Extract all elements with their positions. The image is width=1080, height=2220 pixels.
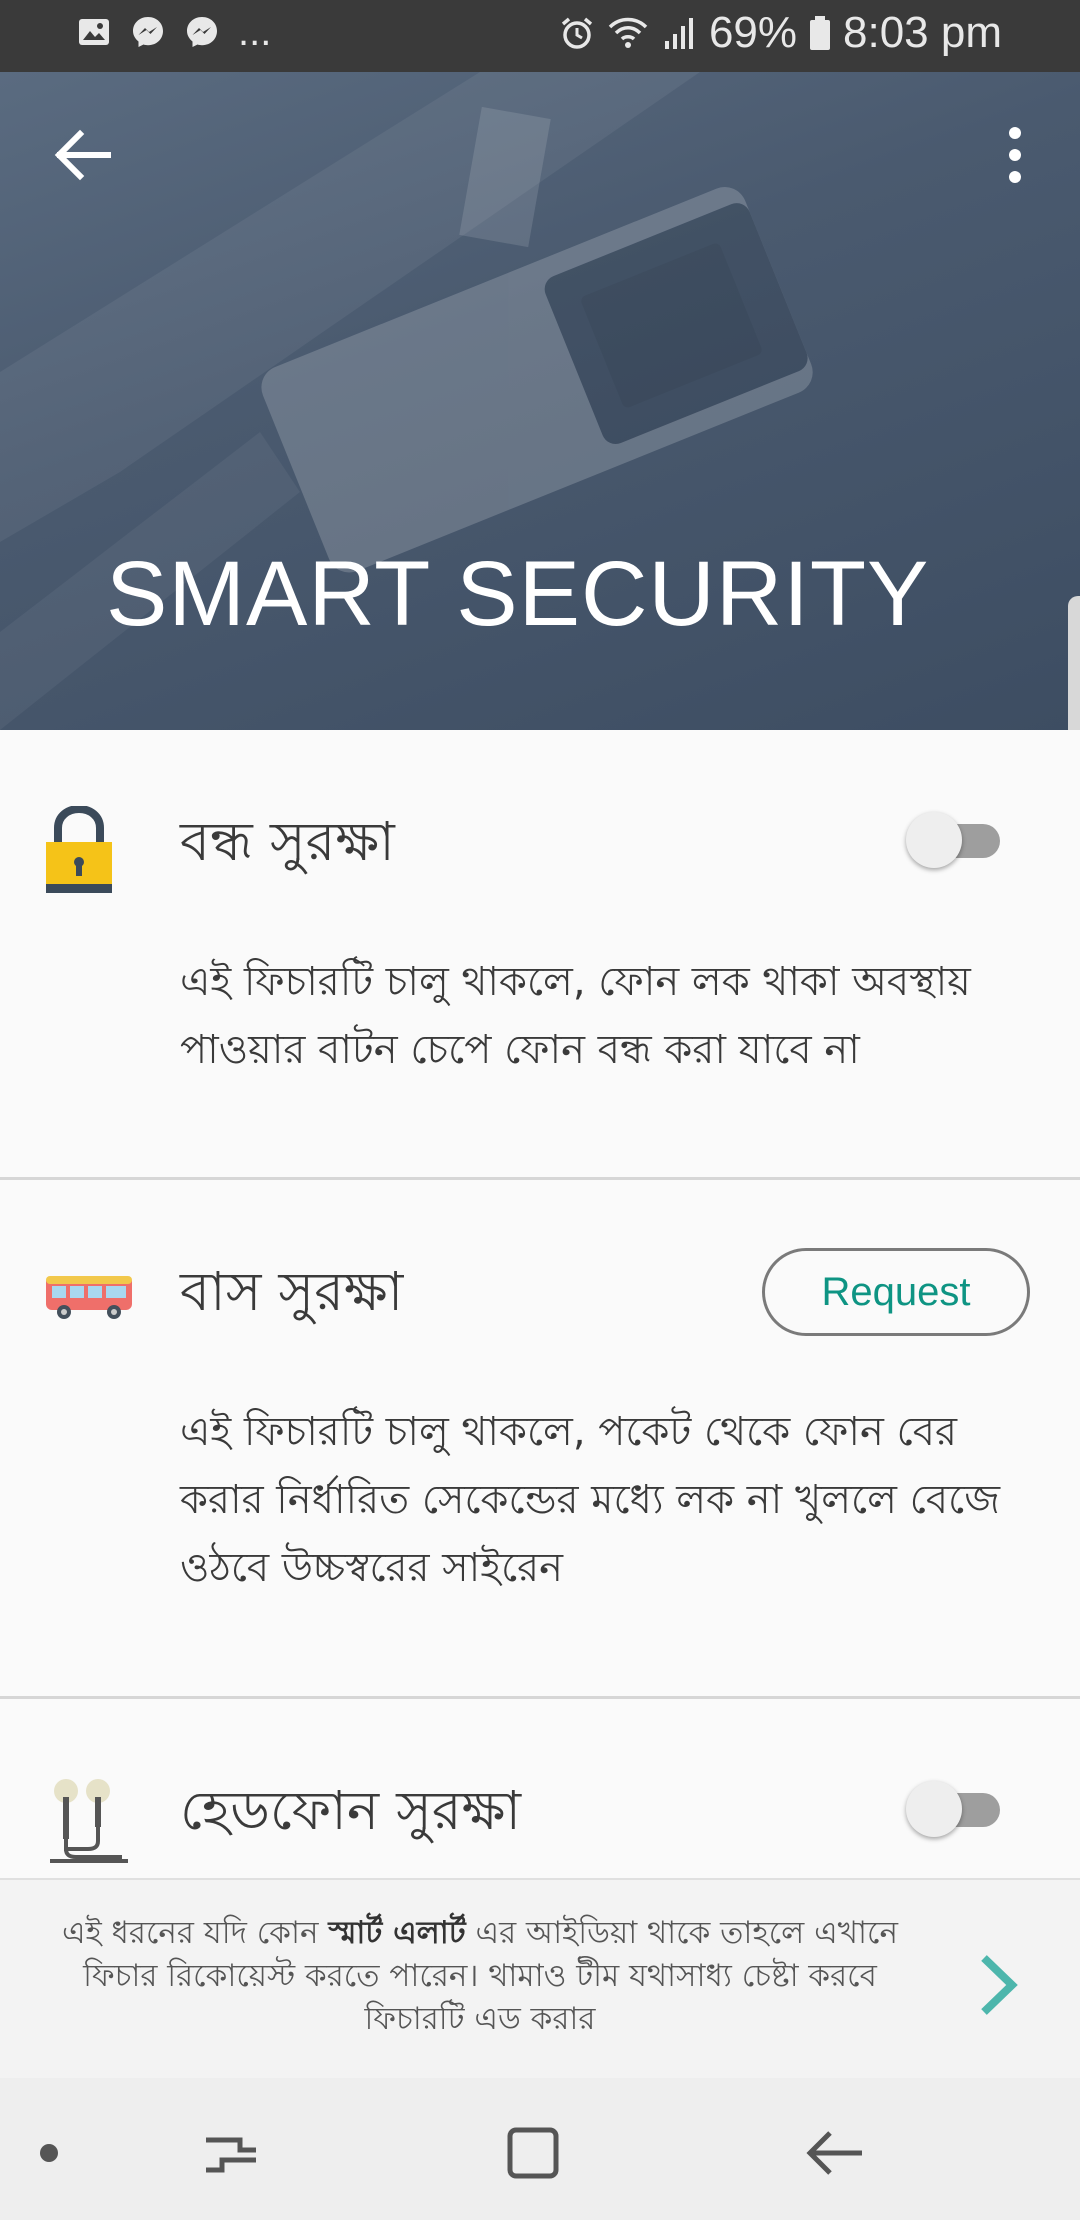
power-off-toggle[interactable]: [906, 812, 1000, 868]
signal-icon: [664, 18, 693, 49]
feature-description: এই ফিচারটি চালু থাকলে, পকেট থেকে ফোন বের…: [180, 1409, 1000, 1591]
toggle-knob: [906, 1781, 962, 1837]
request-button[interactable]: Request: [762, 1248, 1030, 1336]
feature-title: বাস সুরক্ষা: [180, 1260, 404, 1323]
toggle-knob: [906, 812, 962, 868]
page-title: SMART SECURITY: [106, 543, 930, 645]
padlock-icon: [46, 806, 112, 893]
feature-title: বন্ধ সুরক্ষা: [180, 810, 395, 873]
gallery-icon: [79, 19, 109, 45]
headphone-toggle[interactable]: [906, 1781, 1000, 1837]
feature-description: এই ফিচারটি চালু থাকলে, ফোন লক থাকা অবস্থ…: [180, 959, 971, 1073]
feature-card-power-off: বন্ধ সুরক্ষা এই ফিচারটি চালু থাকলে, ফোন …: [0, 730, 1080, 1178]
wifi-icon: [608, 17, 648, 48]
feature-card-headphone: হেডফোন সুরক্ষা: [0, 1699, 1080, 1878]
banner-text: এই ধরনের যদি কোন স্মার্ট এলার্ট এর আইডিয…: [61, 1915, 898, 2037]
header: SMART SECURITY: [0, 72, 1080, 730]
back-arrow-icon[interactable]: [48, 120, 118, 190]
messenger-icon: [133, 17, 163, 47]
nav-dot-icon[interactable]: [14, 2118, 84, 2188]
chevron-right-icon[interactable]: [968, 1950, 1028, 2020]
messenger-icon: [187, 17, 217, 47]
home-icon[interactable]: [498, 2118, 568, 2188]
navigation-bar: [0, 2078, 1080, 2220]
feature-request-banner[interactable]: এই ধরনের যদি কোন স্মার্ট এলার্ট এর আইডিয…: [0, 1878, 1080, 2078]
status-bar: ... 69% 8:03 pm: [0, 0, 1080, 72]
battery-icon: [810, 16, 831, 50]
status-time: 8:03 pm: [843, 8, 1002, 57]
alarm-icon: [561, 17, 593, 49]
back-nav-icon[interactable]: [800, 2118, 870, 2188]
recent-apps-icon[interactable]: [196, 2118, 266, 2188]
earphones-icon: [50, 1779, 128, 1863]
bus-icon: [46, 1276, 132, 1319]
status-system: 69% 8:03 pm: [559, 8, 1002, 58]
feature-card-bus: বাস সুরক্ষা Request এই ফিচারটি চালু থাকল…: [0, 1180, 1080, 1697]
banner-highlight: স্মার্ট এলার্ট: [328, 1915, 466, 1951]
more-options-icon[interactable]: [980, 120, 1050, 190]
feature-title: হেডফোন সুরক্ষা: [180, 1779, 522, 1842]
status-notifications: ...: [76, 10, 272, 54]
status-overflow: ...: [238, 10, 272, 54]
battery-percent: 69%: [708, 8, 798, 57]
